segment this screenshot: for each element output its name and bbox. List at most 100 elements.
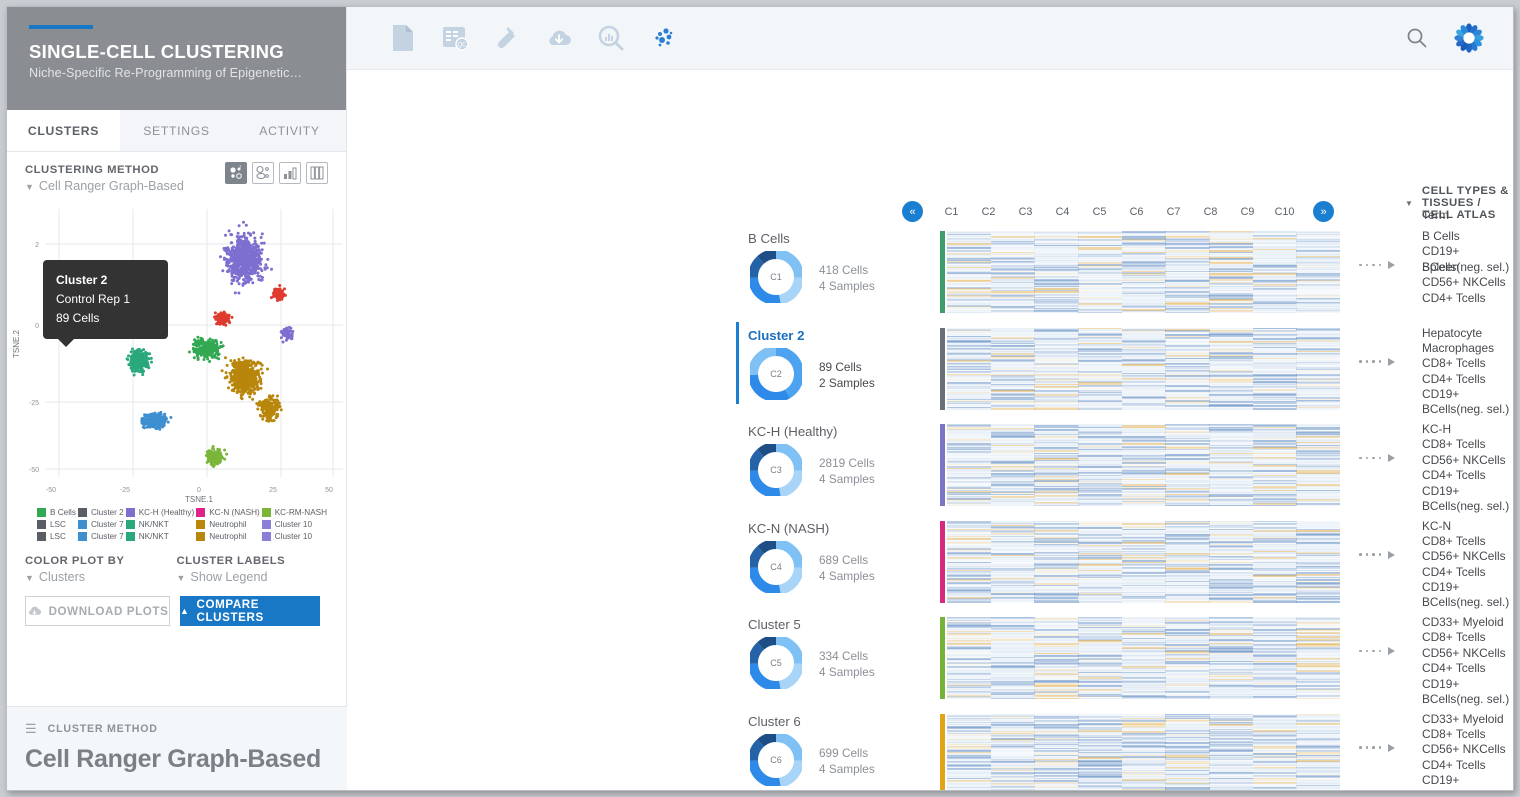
heatmap-column-label[interactable]: C2 xyxy=(970,206,1007,218)
cluster-heatmap[interactable] xyxy=(940,231,1340,313)
dot-icon xyxy=(1359,650,1362,653)
cluster-heatmap[interactable] xyxy=(940,714,1340,791)
sidebar-tabs: CLUSTERS SETTINGS ACTIVITY xyxy=(7,110,346,152)
legend-item[interactable]: KC-N (NASH) xyxy=(196,508,260,517)
legend-item[interactable]: Neutrophil xyxy=(196,532,260,541)
cluster-row[interactable]: KC-N (NASH)C4689 Cells4 SamplesKC-NCD8+ … xyxy=(347,515,1513,612)
heatmap-next-button[interactable]: » xyxy=(1313,201,1334,222)
legend-swatch xyxy=(126,532,135,541)
row-expand-control[interactable] xyxy=(1359,358,1395,366)
legend-swatch xyxy=(196,508,205,517)
cluster-name[interactable]: KC-N (NASH) xyxy=(748,521,829,536)
heatmap-column-label[interactable]: C9 xyxy=(1229,206,1266,218)
compare-clusters-button[interactable]: ▲ COMPARE CLUSTERS xyxy=(180,596,320,626)
legend-item[interactable]: Neutrophil xyxy=(196,520,260,529)
cell-view-icon[interactable] xyxy=(252,162,274,184)
cluster-row[interactable]: Cluster 6C6699 Cells4 SamplesCD33+ Myelo… xyxy=(347,708,1513,791)
cluster-heatmap[interactable] xyxy=(940,328,1340,410)
atlas-term: Macrophages xyxy=(1422,341,1513,356)
dot-icon xyxy=(1379,264,1382,267)
qc-table-icon[interactable]: QC xyxy=(429,18,481,58)
cloud-download-icon[interactable] xyxy=(533,18,585,58)
cluster-row[interactable]: KC-H (Healthy)C32819 Cells4 SamplesKC-HC… xyxy=(347,418,1513,515)
svg-text:-25: -25 xyxy=(120,487,130,494)
row-expand-control[interactable] xyxy=(1359,261,1395,269)
cluster-donut-chart[interactable]: C4 xyxy=(750,541,802,598)
cluster-name[interactable]: KC-H (Healthy) xyxy=(748,424,837,439)
cluster-name[interactable]: Cluster 6 xyxy=(748,714,801,729)
legend-item[interactable]: LSC xyxy=(37,532,76,541)
download-plots-button[interactable]: DOWNLOAD PLOTS xyxy=(25,596,170,626)
legend-item[interactable]: Cluster 7 xyxy=(78,520,124,529)
view-mode-toggle-group: T xyxy=(225,162,328,184)
heatmap-column-label[interactable]: C7 xyxy=(1155,206,1192,218)
heatmap-column-label[interactable]: C4 xyxy=(1044,206,1081,218)
heatmap-column-label[interactable]: C10 xyxy=(1266,206,1303,218)
app-logo-icon[interactable] xyxy=(1443,18,1495,58)
cluster-donut-chart[interactable]: C1 xyxy=(750,251,802,308)
bar-view-icon[interactable] xyxy=(279,162,301,184)
legend-item[interactable]: Cluster 10 xyxy=(262,532,327,541)
grid-view-icon[interactable] xyxy=(306,162,328,184)
scatter-view-icon[interactable]: T xyxy=(225,162,247,184)
search-icon[interactable] xyxy=(1391,18,1443,58)
heatmap-cells xyxy=(947,714,1340,791)
legend-label: Neutrophil xyxy=(209,520,246,529)
cluster-row[interactable]: Cluster 5C5334 Cells4 SamplesCD33+ Myelo… xyxy=(347,611,1513,708)
row-expand-control[interactable] xyxy=(1359,744,1395,752)
row-expand-control[interactable] xyxy=(1359,647,1395,655)
legend-item[interactable]: KC-RM-NASH xyxy=(262,508,327,517)
document-icon[interactable] xyxy=(377,18,429,58)
heatmap-column-label[interactable]: C1 xyxy=(933,206,970,218)
tab-activity[interactable]: ACTIVITY xyxy=(233,110,346,151)
heatmap-column-label[interactable]: C5 xyxy=(1081,206,1118,218)
cluster-donut-chart[interactable]: C2 xyxy=(750,348,802,405)
legend-item[interactable]: LSC xyxy=(37,520,76,529)
legend-swatch xyxy=(37,508,46,517)
svg-text:C6: C6 xyxy=(770,755,782,765)
heatmap-prev-button[interactable]: « xyxy=(902,201,923,222)
legend-item[interactable]: NK/NKT xyxy=(126,532,195,541)
heatmap-column-label[interactable]: C6 xyxy=(1118,206,1155,218)
legend-item[interactable]: NK/NKT xyxy=(126,520,195,529)
page-title: SINGLE-CELL CLUSTERING xyxy=(29,41,324,63)
legend-item[interactable]: KC-H (Healthy) xyxy=(126,508,195,517)
hamburger-icon[interactable]: ☰ xyxy=(25,721,37,737)
cluster-labels-dropdown[interactable]: ▼Show Legend xyxy=(177,570,329,584)
cluster-row[interactable]: Cluster 2C289 Cells2 SamplesHepatocyteMa… xyxy=(347,322,1513,419)
row-expand-control[interactable] xyxy=(1359,551,1395,559)
legend-item[interactable]: B Cells xyxy=(37,508,76,517)
cluster-donut-chart[interactable]: C3 xyxy=(750,444,802,501)
legend-item[interactable]: Cluster 7 xyxy=(78,532,124,541)
tab-settings[interactable]: SETTINGS xyxy=(120,110,233,151)
heatmap-column-label[interactable]: C8 xyxy=(1192,206,1229,218)
cluster-name[interactable]: Cluster 2 xyxy=(748,328,804,343)
cluster-stats: 689 Cells4 Samples xyxy=(819,552,875,584)
row-expand-control[interactable] xyxy=(1359,454,1395,462)
clustering-method-dropdown[interactable]: ▼Cell Ranger Graph-Based xyxy=(25,179,184,193)
color-plot-by-dropdown[interactable]: ▼Clusters xyxy=(25,570,177,584)
tab-clusters[interactable]: CLUSTERS xyxy=(7,110,120,151)
cluster-heatmap[interactable] xyxy=(940,424,1340,506)
svg-text:-50: -50 xyxy=(29,467,39,474)
tsne-scatter-plot[interactable]: -50 -25 0 25 50 2 0 -25 -50 TSNE.1 TSNE.… xyxy=(7,199,347,504)
search-chart-icon[interactable] xyxy=(585,18,637,58)
cluster-row[interactable]: B CellsC1418 Cells4 SamplesB CellsCD19+ … xyxy=(347,225,1513,322)
cluster-donut-chart[interactable]: C5 xyxy=(750,637,802,694)
flask-icon[interactable] xyxy=(481,18,533,58)
cluster-name[interactable]: B Cells xyxy=(748,231,790,246)
cluster-heatmap[interactable] xyxy=(940,617,1340,699)
heatmap-column-label[interactable]: C3 xyxy=(1007,206,1044,218)
legend-label: KC-RM-NASH xyxy=(275,508,327,517)
cluster-name[interactable]: Cluster 5 xyxy=(748,617,801,632)
cluster-scatter-icon[interactable] xyxy=(637,18,689,58)
atlas-term-list: KC-HCD8+ TcellsCD56+ NKCellsCD4+ TcellsC… xyxy=(1422,422,1513,499)
legend-item[interactable]: Cluster 2 xyxy=(78,508,124,517)
atlas-term: CD56+ NKCells xyxy=(1422,275,1513,290)
cluster-donut-chart[interactable]: C6 xyxy=(750,734,802,791)
dot-icon xyxy=(1366,650,1369,653)
cluster-heatmap[interactable] xyxy=(940,521,1340,603)
cluster-color-tag xyxy=(940,424,945,506)
legend-item[interactable]: Cluster 10 xyxy=(262,520,327,529)
tooltip-title: Cluster 2 xyxy=(56,271,155,290)
